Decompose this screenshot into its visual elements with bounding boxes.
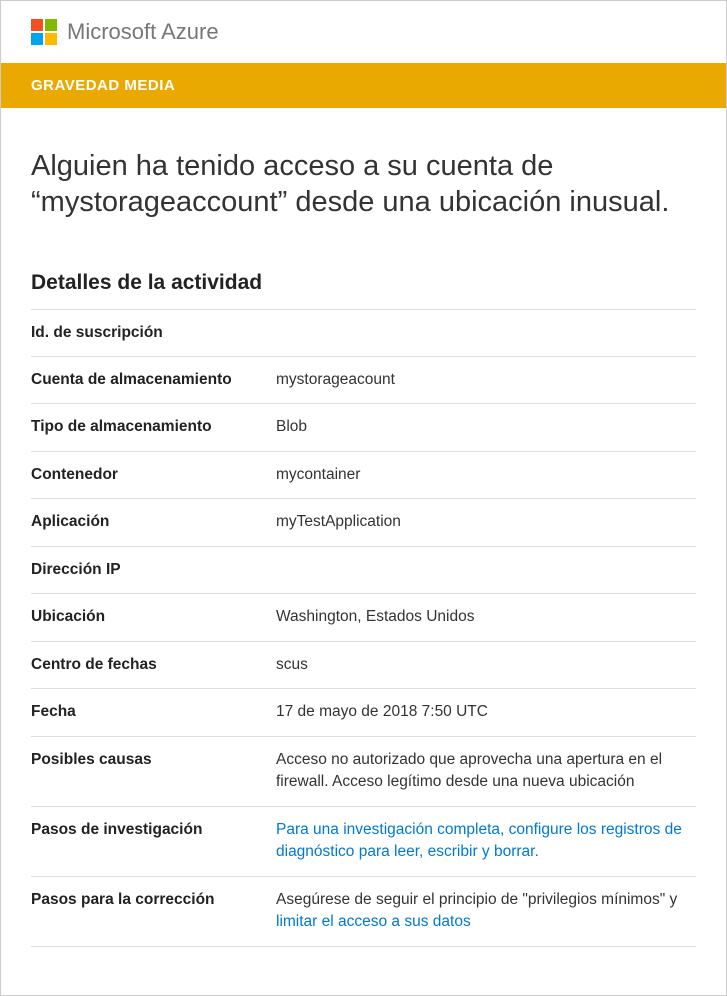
label-investigation: Pasos de investigación <box>31 806 276 876</box>
value-location: Washington, Estados Unidos <box>276 594 696 641</box>
row-date: Fecha 17 de mayo de 2018 7:50 UTC <box>31 689 696 736</box>
row-storage-type: Tipo de almacenamiento Blob <box>31 404 696 451</box>
alert-title: Alguien ha tenido acceso a su cuenta de … <box>31 148 696 221</box>
remediation-prefix: Asegúrese de seguir el principio de "pri… <box>276 891 677 908</box>
label-possible-causes: Posibles causas <box>31 736 276 806</box>
value-investigation: Para una investigación completa, configu… <box>276 806 696 876</box>
microsoft-logo-icon <box>31 19 57 45</box>
value-storage-account: mystorageacount <box>276 356 696 403</box>
label-remediation: Pasos para la corrección <box>31 876 276 946</box>
label-subscription-id: Id. de suscripción <box>31 309 276 356</box>
label-application: Aplicación <box>31 499 276 546</box>
row-remediation: Pasos para la corrección Asegúrese de se… <box>31 876 696 946</box>
label-ip: Dirección IP <box>31 546 276 593</box>
row-container: Contenedor mycontainer <box>31 451 696 498</box>
value-application: myTestApplication <box>276 499 696 546</box>
value-storage-type: Blob <box>276 404 696 451</box>
label-storage-type: Tipo de almacenamiento <box>31 404 276 451</box>
header: Microsoft Azure <box>1 1 726 63</box>
brand-text: Microsoft Azure <box>67 19 219 45</box>
label-date: Fecha <box>31 689 276 736</box>
details-section-title: Detalles de la actividad <box>31 271 696 295</box>
row-subscription-id: Id. de suscripción <box>31 309 696 356</box>
value-container: mycontainer <box>276 451 696 498</box>
label-location: Ubicación <box>31 594 276 641</box>
row-possible-causes: Posibles causas Acceso no autorizado que… <box>31 736 696 806</box>
row-location: Ubicación Washington, Estados Unidos <box>31 594 696 641</box>
row-datacenter: Centro de fechas scus <box>31 641 696 688</box>
label-datacenter: Centro de fechas <box>31 641 276 688</box>
value-subscription-id <box>276 309 696 356</box>
value-possible-causes: Acceso no autorizado que aprovecha una a… <box>276 736 696 806</box>
remediation-link[interactable]: limitar el acceso a sus datos <box>276 913 471 930</box>
investigation-link[interactable]: Para una investigación completa, configu… <box>276 821 682 860</box>
label-storage-account: Cuenta de almacenamiento <box>31 356 276 403</box>
details-table: Id. de suscripción Cuenta de almacenamie… <box>31 309 696 947</box>
value-datacenter: scus <box>276 641 696 688</box>
content: Alguien ha tenido acceso a su cuenta de … <box>1 108 726 977</box>
severity-banner: GRAVEDAD MEDIA <box>1 63 726 108</box>
row-investigation: Pasos de investigación Para una investig… <box>31 806 696 876</box>
row-storage-account: Cuenta de almacenamiento mystorageacount <box>31 356 696 403</box>
value-date: 17 de mayo de 2018 7:50 UTC <box>276 689 696 736</box>
value-ip <box>276 546 696 593</box>
value-remediation: Asegúrese de seguir el principio de "pri… <box>276 876 696 946</box>
label-container: Contenedor <box>31 451 276 498</box>
row-application: Aplicación myTestApplication <box>31 499 696 546</box>
row-ip: Dirección IP <box>31 546 696 593</box>
